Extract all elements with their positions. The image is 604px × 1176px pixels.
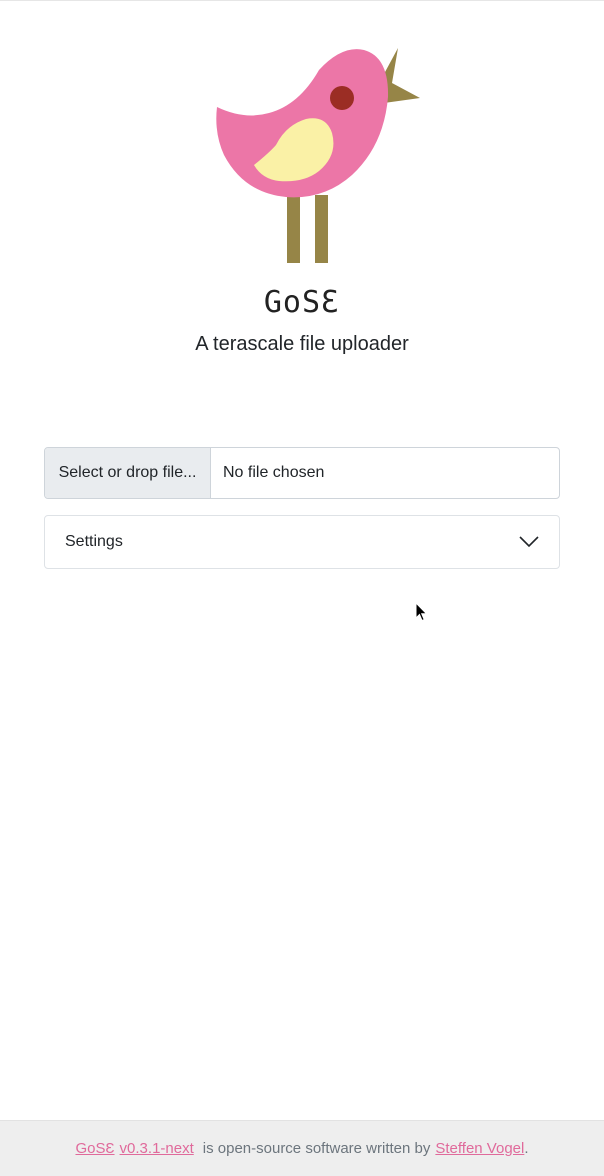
logo	[0, 45, 604, 265]
bird-logo-icon	[216, 48, 420, 263]
footer-version-link[interactable]: v0.3.1-next	[120, 1140, 194, 1157]
file-input[interactable]: Select or drop file... No file chosen	[44, 447, 560, 499]
settings-accordion[interactable]: Settings	[44, 515, 560, 569]
mouse-cursor-icon	[415, 602, 428, 622]
footer: GoSƐ v0.3.1-next is open-source software…	[0, 1120, 604, 1176]
app-title: GoSƐ	[263, 285, 341, 320]
footer-author-link[interactable]: Steffen Vogel	[435, 1140, 524, 1157]
select-file-button[interactable]: Select or drop file...	[45, 448, 211, 498]
page: GoSƐ A terascale file uploader Select or…	[0, 0, 604, 1176]
footer-period: .	[524, 1140, 529, 1157]
app-tagline: A terascale file uploader	[195, 333, 409, 355]
chevron-down-icon[interactable]	[519, 536, 539, 548]
footer-text: is open-source software written by	[202, 1140, 431, 1157]
settings-label: Settings	[65, 533, 123, 550]
file-status-text: No file chosen	[223, 464, 325, 481]
footer-app-link[interactable]: GoSƐ	[75, 1140, 114, 1157]
